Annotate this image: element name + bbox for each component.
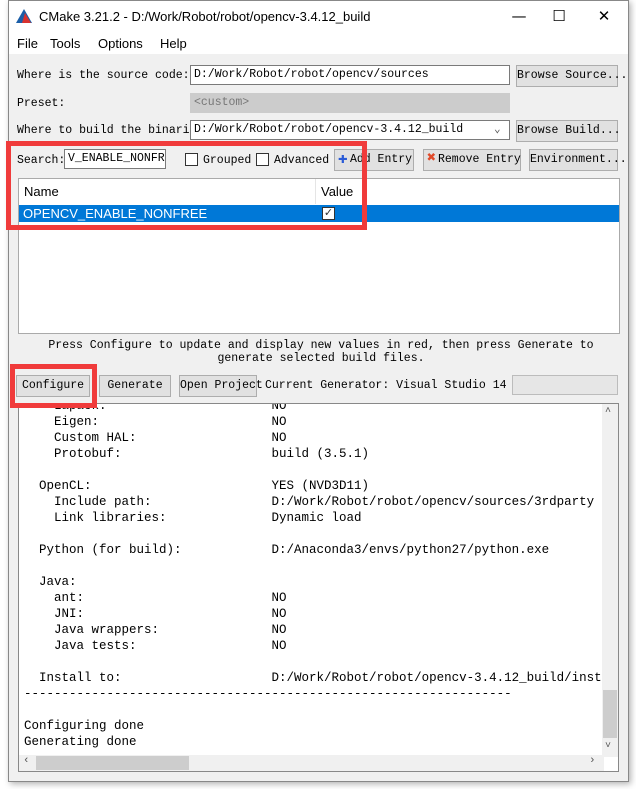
scroll-down-icon[interactable]: ˅ — [605, 741, 611, 752]
browse-source-button[interactable]: Browse Source... — [516, 65, 627, 87]
preset-label: Preset: — [17, 97, 66, 110]
source-input[interactable]: D:/Work/Robot/robot/opencv/sources — [190, 65, 510, 85]
output-log: Lapack: NO Eigen: NO Custom HAL: NO Prot… — [18, 403, 619, 772]
open-project-button[interactable]: Open Project — [179, 375, 263, 397]
maximize-button[interactable]: ☐ — [539, 3, 579, 29]
horizontal-scroll-thumb[interactable] — [36, 756, 189, 770]
scroll-up-icon[interactable]: ˄ — [605, 406, 611, 417]
minimize-button[interactable]: — — [499, 3, 539, 29]
title-bar: CMake 3.21.2 - D:/Work/Robot/robot/openc… — [9, 1, 628, 32]
generator-label: Current Generator: Visual Studio 14 2015 — [265, 379, 542, 392]
remove-entry-button[interactable]: ✖ Remove Entry — [423, 149, 521, 171]
scroll-right-icon[interactable]: › — [589, 755, 596, 767]
progress-bar — [512, 375, 618, 395]
highlight-annotation — [10, 364, 97, 408]
environment-button[interactable]: Environment... — [529, 149, 627, 171]
menu-bar: File Tools Options Help — [9, 32, 628, 54]
scroll-left-icon[interactable]: ‹ — [23, 755, 30, 767]
window-title: CMake 3.21.2 - D:/Work/Robot/robot/openc… — [39, 9, 371, 24]
vertical-scrollbar[interactable]: ˄ ˅ — [602, 404, 618, 757]
cmake-logo-icon — [16, 9, 32, 23]
generate-button[interactable]: Generate — [99, 375, 171, 397]
log-text: Lapack: NO Eigen: NO Custom HAL: NO Prot… — [24, 403, 619, 749]
preset-select[interactable]: <custom> — [190, 93, 510, 113]
menu-options[interactable]: Options — [98, 36, 143, 51]
remove-entry-label: Remove Entry — [438, 153, 521, 166]
hint-text: Press Configure to update and display ne… — [48, 339, 594, 365]
chevron-down-icon: ⌄ — [494, 124, 501, 136]
build-select[interactable]: D:/Work/Robot/robot/opencv-3.4.12_build — [190, 120, 510, 140]
remove-x-icon: ✖ — [427, 150, 437, 167]
menu-tools[interactable]: Tools — [50, 36, 80, 51]
build-label: Where to build the binaries: — [17, 124, 211, 137]
cmake-window: CMake 3.21.2 - D:/Work/Robot/robot/openc… — [8, 0, 629, 782]
vertical-scroll-thumb[interactable] — [603, 690, 617, 738]
highlight-annotation — [6, 141, 367, 230]
browse-build-button[interactable]: Browse Build... — [516, 120, 621, 142]
menu-file[interactable]: File — [17, 36, 38, 51]
source-label: Where is the source code: — [17, 69, 190, 82]
menu-help[interactable]: Help — [160, 36, 187, 51]
horizontal-scrollbar[interactable]: ‹ › — [19, 755, 604, 771]
close-button[interactable]: ✕ — [584, 3, 624, 29]
